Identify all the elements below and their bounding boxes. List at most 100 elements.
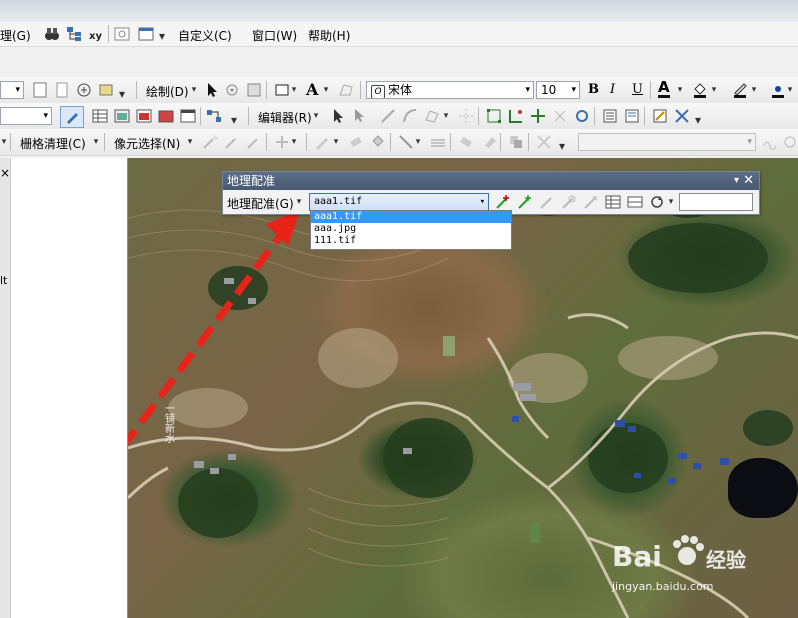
line-color-icon[interactable]: [732, 82, 748, 98]
chevron-down-icon[interactable]: ▾: [667, 194, 675, 210]
underline-button[interactable]: U: [632, 82, 643, 97]
chevron-down-icon[interactable]: ▾: [786, 82, 794, 98]
close-icon[interactable]: ✕: [743, 172, 754, 190]
fill-color-icon[interactable]: [692, 82, 708, 98]
layer-option[interactable]: aaa.jpg: [311, 223, 511, 235]
python-window-icon[interactable]: [138, 26, 154, 42]
zoom-whole-page-icon[interactable]: [246, 82, 262, 98]
toolbar-overflow-icon[interactable]: ▾: [694, 112, 702, 128]
chevron-down-icon[interactable]: ▾: [92, 134, 100, 150]
topology-icon[interactable]: [206, 108, 222, 124]
cleanup-icon[interactable]: [508, 134, 524, 150]
attributes-icon[interactable]: [602, 108, 618, 124]
layer-option[interactable]: aaa1.tif: [311, 211, 511, 223]
model-icon[interactable]: [114, 26, 130, 42]
edit-annotation-icon[interactable]: [352, 108, 368, 124]
paint-bucket-icon[interactable]: [370, 134, 386, 150]
polygon-text-icon[interactable]: [338, 82, 354, 98]
font-name-select[interactable]: O 宋体 ▾: [366, 81, 534, 99]
editor-menu[interactable]: 编辑器(R): [258, 109, 312, 126]
rectangle-icon[interactable]: [274, 82, 290, 98]
chevron-down-icon[interactable]: ▾: [186, 134, 194, 150]
line-width-icon[interactable]: [430, 134, 446, 150]
chevron-down-icon[interactable]: ▾: [750, 82, 758, 98]
rotate-icon[interactable]: [224, 82, 240, 98]
font-size-select[interactable]: 10 ▾: [536, 81, 580, 99]
select-arrow-icon[interactable]: [204, 82, 220, 98]
identify-icon[interactable]: [76, 82, 92, 98]
chevron-down-icon[interactable]: ▾: [290, 82, 298, 98]
edit-vertices-icon[interactable]: [486, 108, 502, 124]
italic-button[interactable]: I: [610, 82, 615, 97]
toolbar-overflow-icon[interactable]: ▾: [230, 112, 238, 128]
marker-color-icon[interactable]: [770, 82, 786, 98]
layer-select[interactable]: aaa1.tif ▾: [309, 193, 489, 211]
menu-item-customize[interactable]: 自定义(C): [178, 27, 232, 44]
target-layer-combo[interactable]: ▾: [0, 107, 52, 125]
georeferencing-menu[interactable]: 地理配准(G): [227, 195, 294, 212]
layout-page-icon[interactable]: [32, 82, 48, 98]
toolbar-overflow-icon[interactable]: ▾: [158, 28, 166, 44]
remove-select-icon[interactable]: [246, 134, 262, 150]
add-select-icon[interactable]: [224, 134, 240, 150]
reshape-icon[interactable]: [508, 108, 524, 124]
eraser-icon[interactable]: [348, 134, 364, 150]
features-icon[interactable]: [158, 108, 174, 124]
add-control-points-2-icon[interactable]: [517, 194, 533, 210]
layer-option[interactable]: 111.tif: [311, 235, 511, 247]
table-window-icon[interactable]: [136, 108, 152, 124]
xy-icon[interactable]: xy: [88, 26, 104, 42]
add-control-points-icon[interactable]: [495, 194, 511, 210]
straight-segment-icon[interactable]: [380, 108, 396, 124]
spatial-adjust-icon[interactable]: [674, 108, 690, 124]
select-link-icon[interactable]: [539, 194, 555, 210]
page-icon[interactable]: [54, 82, 70, 98]
viewer-icon[interactable]: [627, 194, 643, 210]
refresh-icon[interactable]: [574, 108, 590, 124]
rotate-tool-icon[interactable]: [649, 194, 665, 210]
bold-button[interactable]: B: [588, 82, 599, 97]
erase-tool-icon[interactable]: [458, 134, 474, 150]
fill-tool-icon[interactable]: [482, 134, 498, 150]
rotate-feature-icon[interactable]: [552, 108, 568, 124]
toolbar-overflow-icon[interactable]: ▾: [118, 86, 126, 102]
catalog-icon[interactable]: [98, 82, 114, 98]
magic-wand-icon[interactable]: [202, 134, 218, 150]
view-link-table-icon[interactable]: [605, 194, 621, 210]
chevron-down-icon[interactable]: ▾: [710, 82, 718, 98]
layer-combo-partial[interactable]: ▾: [0, 81, 24, 99]
raster-cleanup-menu[interactable]: 栅格清理(C): [20, 135, 86, 152]
sketch-properties-icon[interactable]: [624, 108, 640, 124]
georeferencing-title-bar[interactable]: 地理配准 ▾ ✕: [223, 172, 759, 190]
chevron-down-icon[interactable]: ▾: [414, 134, 422, 150]
menu-item-geoprocessing[interactable]: 理(G): [0, 27, 31, 44]
contour-icon[interactable]: [782, 134, 798, 150]
text-tool-icon[interactable]: A: [306, 80, 318, 99]
pixel-select-menu[interactable]: 像元选择(N): [114, 135, 180, 152]
create-features-icon[interactable]: [652, 108, 668, 124]
chevron-down-icon[interactable]: ▾: [190, 82, 198, 98]
zoom-to-link-icon[interactable]: [561, 194, 577, 210]
chevron-down-icon[interactable]: ▾: [290, 134, 298, 150]
tree-icon[interactable]: [66, 26, 82, 42]
raster-layer-combo[interactable]: ▾: [578, 133, 756, 151]
plus-cross-icon[interactable]: [274, 134, 290, 150]
chevron-down-icon[interactable]: ▾: [676, 82, 684, 98]
chevron-down-icon[interactable]: ▾: [295, 194, 303, 210]
toolbar-overflow-icon[interactable]: ▾: [558, 138, 566, 154]
draw-menu[interactable]: 绘制(D): [146, 83, 189, 100]
chevron-down-icon[interactable]: ▾: [322, 82, 330, 98]
map-window-icon[interactable]: [114, 108, 130, 124]
menu-item-windows[interactable]: 窗口(W): [252, 27, 297, 44]
edit-arrow-icon[interactable]: [330, 108, 346, 124]
morph-icon[interactable]: [536, 134, 552, 150]
chevron-down-icon[interactable]: ▾: [332, 134, 340, 150]
toolbar-options-icon[interactable]: ▾: [734, 172, 739, 190]
line-tool-icon[interactable]: [398, 134, 414, 150]
endpoint-arc-icon[interactable]: [402, 108, 418, 124]
binoculars-icon[interactable]: [44, 26, 60, 42]
chevron-down-icon[interactable]: ▾: [312, 108, 320, 124]
attribute-table-icon[interactable]: [92, 108, 108, 124]
delete-link-icon[interactable]: [583, 194, 599, 210]
cut-polygon-icon[interactable]: [458, 108, 474, 124]
